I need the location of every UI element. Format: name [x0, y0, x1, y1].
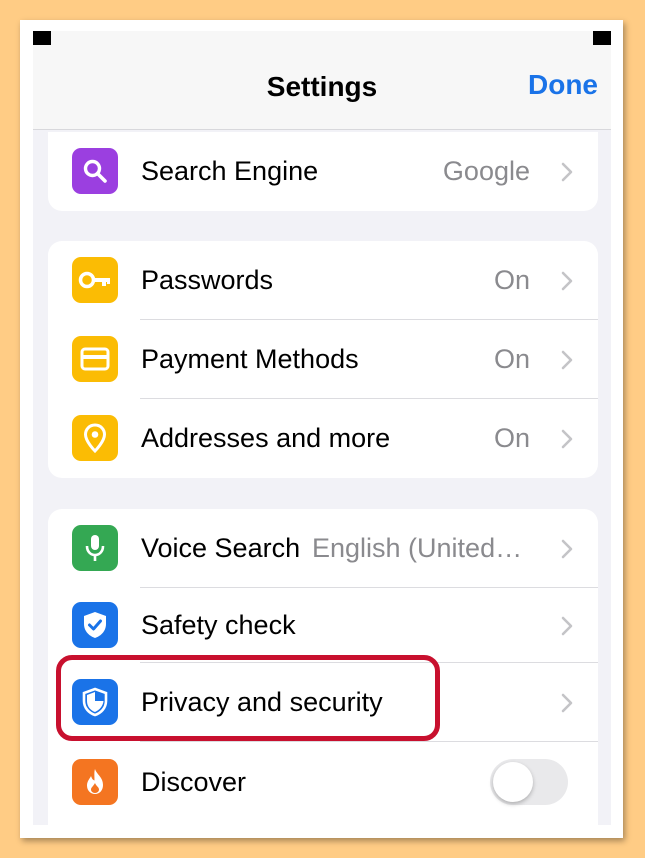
row-label: Passwords: [141, 265, 274, 295]
status-bar-edge-left: [33, 31, 51, 45]
row-label: Addresses and more: [141, 423, 391, 453]
location-pin-icon: [72, 415, 118, 461]
row-label: Safety check: [141, 610, 296, 640]
highlight-box-privacy-security: [56, 655, 440, 741]
settings-row-passwords[interactable]: Passwords On: [48, 241, 598, 320]
row-value: On: [493, 423, 530, 453]
chevron-right-icon: [561, 539, 573, 558]
row-value: Google: [442, 156, 530, 186]
settings-row-payment-methods[interactable]: Payment Methods On: [48, 320, 598, 399]
settings-row-discover[interactable]: Discover: [48, 742, 598, 822]
credit-card-icon: [72, 336, 118, 382]
flame-icon: [72, 759, 118, 805]
page-title: Settings: [266, 71, 378, 102]
done-button[interactable]: Done: [528, 69, 598, 101]
status-bar-edge-right: [593, 31, 611, 45]
settings-row-safety-check[interactable]: Safety check: [48, 588, 598, 663]
chevron-right-icon: [561, 271, 573, 290]
chevron-right-icon: [561, 693, 573, 712]
row-label: Payment Methods: [141, 344, 359, 374]
chevron-right-icon: [561, 162, 573, 181]
settings-row-voice-search[interactable]: Voice Search English (United…: [48, 509, 598, 588]
row-label: Discover: [141, 766, 247, 797]
nav-bar: Settings Done: [33, 31, 611, 130]
row-label: Voice Search: [141, 533, 301, 563]
settings-row-addresses[interactable]: Addresses and more On: [48, 399, 598, 478]
row-value: English (United…: [312, 533, 523, 563]
key-icon: [72, 257, 118, 303]
settings-group-search: Search Engine Google: [48, 132, 598, 211]
chevron-right-icon: [561, 616, 573, 635]
shield-check-icon: [72, 602, 118, 648]
settings-group-autofill: Passwords On Payment Methods On Addresse…: [48, 241, 598, 478]
microphone-icon: [72, 525, 118, 571]
row-value: On: [493, 344, 530, 374]
search-icon: [72, 148, 118, 194]
chevron-right-icon: [561, 429, 573, 448]
settings-row-search-engine[interactable]: Search Engine Google: [48, 132, 598, 211]
row-value: On: [493, 265, 530, 295]
discover-toggle[interactable]: [490, 759, 568, 805]
row-label: Search Engine: [141, 156, 319, 186]
chevron-right-icon: [561, 350, 573, 369]
toggle-knob: [493, 762, 533, 802]
